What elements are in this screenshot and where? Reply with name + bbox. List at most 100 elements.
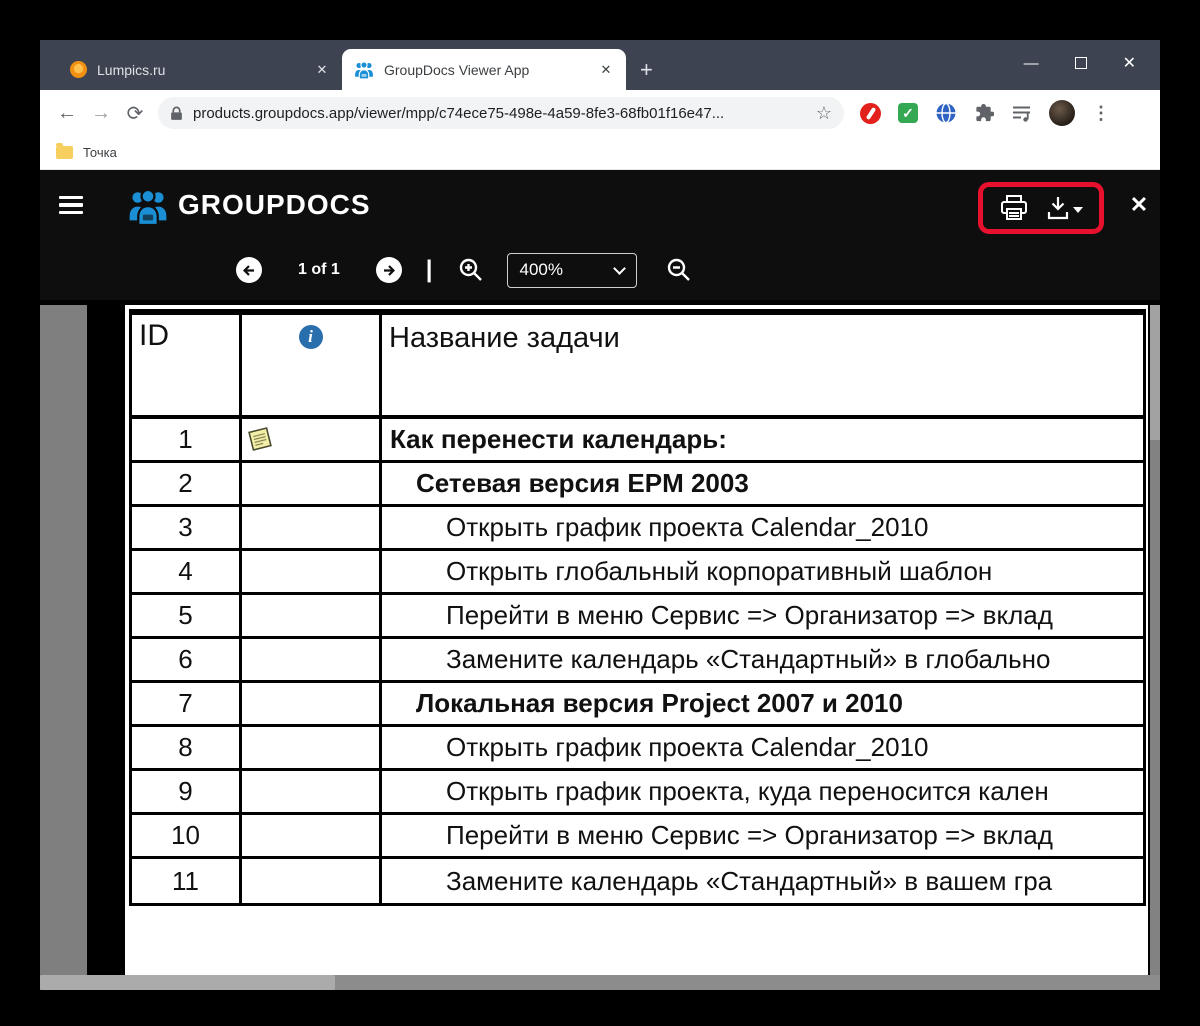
column-header-indicator: i xyxy=(242,315,382,415)
table-row: 8 Открыть график проекта Calendar_2010 xyxy=(132,727,1143,771)
groupdocs-logo: GROUPDOCS xyxy=(127,186,371,225)
zoom-in-button[interactable] xyxy=(457,256,485,284)
profile-avatar[interactable] xyxy=(1049,100,1075,126)
task-id: 1 xyxy=(132,419,242,460)
table-row: 7 Локальная версия Project 2007 и 2010 xyxy=(132,683,1143,727)
minimize-button[interactable]: — xyxy=(1024,55,1039,72)
task-id: 10 xyxy=(132,815,242,856)
next-page-button[interactable] xyxy=(375,257,402,283)
globe-extension-icon[interactable] xyxy=(935,102,957,124)
table-row: 4 Открыть глобальный корпоративный шаблон xyxy=(132,551,1143,595)
task-id: 9 xyxy=(132,771,242,812)
tab-title: Lumpics.ru xyxy=(97,61,166,78)
back-button[interactable]: ← xyxy=(50,102,84,125)
bookmark-folder-label[interactable]: Точка xyxy=(83,145,117,160)
tab-title: GroupDocs Viewer App xyxy=(384,61,530,78)
groupdocs-logo-icon xyxy=(129,188,167,225)
bookmark-folder-icon xyxy=(56,143,73,159)
download-button[interactable] xyxy=(1046,195,1083,221)
column-header-id: ID xyxy=(132,315,242,415)
print-button[interactable] xyxy=(999,194,1029,222)
task-id: 4 xyxy=(132,551,242,592)
task-indicator-cell xyxy=(242,419,382,460)
note-icon xyxy=(248,427,272,451)
zoom-out-button[interactable] xyxy=(665,256,693,284)
highlight-rectangle xyxy=(978,182,1104,234)
task-id: 8 xyxy=(132,727,242,768)
task-name: Перейти в меню Сервис => Организатор => … xyxy=(446,600,1053,630)
browser-menu-icon[interactable]: ⋮ xyxy=(1092,103,1110,124)
bookmark-star-icon[interactable]: ☆ xyxy=(816,103,832,124)
task-name: Открыть график проекта Calendar_2010 xyxy=(446,732,929,762)
reload-button[interactable]: ⟳ xyxy=(118,101,152,126)
task-indicator-cell xyxy=(242,595,382,636)
task-name: Открыть график проекта, куда переносится… xyxy=(446,776,1049,806)
download-icon xyxy=(1047,197,1068,220)
page-indicator: 1 of 1 xyxy=(298,261,340,278)
task-indicator-cell xyxy=(242,771,382,812)
checkmark-extension-icon[interactable]: ✓ xyxy=(898,103,918,123)
table-row: 1 Как перенести календарь: xyxy=(132,419,1143,463)
tab-groupdocs-viewer[interactable]: GroupDocs Viewer App ✕ xyxy=(342,49,626,90)
task-table: ID i Название задачи 1 Как перенести кал… xyxy=(129,309,1146,906)
horizontal-scrollbar-thumb[interactable] xyxy=(40,975,335,990)
lumpics-favicon-icon xyxy=(70,61,87,78)
task-name: Как перенести календарь: xyxy=(390,424,727,454)
viewer-close-button[interactable]: ✕ xyxy=(1121,170,1157,240)
adblock-icon[interactable] xyxy=(860,102,881,124)
previous-page-button[interactable] xyxy=(236,257,262,283)
table-row: 9 Открыть график проекта, куда переноситс… xyxy=(132,771,1143,815)
task-table-body: 1 Как перенести календарь: 2 Сетевая верси… xyxy=(132,419,1143,903)
vertical-scrollbar-thumb[interactable] xyxy=(1150,305,1160,440)
column-header-name: Название задачи xyxy=(389,322,620,354)
table-row: 6 Замените календарь «Стандартный» в глоб… xyxy=(132,639,1143,683)
document-page: ID i Название задачи 1 Как перенести кал… xyxy=(125,305,1148,975)
tab-lumpics[interactable]: Lumpics.ru ✕ xyxy=(58,49,342,90)
horizontal-scrollbar[interactable] xyxy=(40,975,1160,990)
table-row: 3 Открыть график проекта Calendar_2010 xyxy=(132,507,1143,551)
tab-close-icon[interactable]: ✕ xyxy=(312,60,332,80)
task-id: 7 xyxy=(132,683,242,724)
playlist-extension-icon[interactable] xyxy=(1011,104,1032,123)
task-id: 6 xyxy=(132,639,242,680)
bookmarks-bar: Точка xyxy=(40,136,1160,170)
viewer-header: GROUPDOCS ✕ xyxy=(40,170,1160,240)
viewer-toolbar: 1 of 1 | 400% xyxy=(40,240,1160,300)
task-indicator-cell xyxy=(242,859,382,903)
task-indicator-cell xyxy=(242,551,382,592)
maximize-button[interactable] xyxy=(1074,57,1087,69)
left-gray-strip xyxy=(40,305,87,975)
task-indicator-cell xyxy=(242,507,382,548)
lock-icon xyxy=(171,106,182,120)
brand-text: GROUPDOCS xyxy=(178,189,371,220)
zoom-level-value: 400% xyxy=(519,260,563,279)
vertical-scrollbar[interactable] xyxy=(1150,305,1160,975)
table-row: 10 Перейти в меню Сервис => Организатор =… xyxy=(132,815,1143,859)
task-id: 3 xyxy=(132,507,242,548)
tab-close-icon[interactable]: ✕ xyxy=(596,60,616,80)
hamburger-menu-icon[interactable] xyxy=(59,195,83,215)
task-indicator-cell xyxy=(242,683,382,724)
close-window-button[interactable]: ✕ xyxy=(1123,53,1136,73)
forward-button[interactable]: → xyxy=(84,102,118,125)
task-id: 5 xyxy=(132,595,242,636)
window-controls: — ✕ xyxy=(1024,40,1160,86)
browser-window: Lumpics.ru ✕ GroupDocs Viewer App ✕ + — … xyxy=(40,40,1160,990)
zoom-level-select[interactable]: 400% xyxy=(506,252,637,288)
task-name: Локальная версия Project 2007 и 2010 xyxy=(416,688,903,718)
url-text: products.groupdocs.app/viewer/mpp/c74ece… xyxy=(193,104,725,122)
table-row: 11 Замените календарь «Стандартный» в ваш… xyxy=(132,859,1143,903)
document-viewport: ID i Название задачи 1 Как перенести кал… xyxy=(40,300,1160,990)
browser-toolbar: ← → ⟳ products.groupdocs.app/viewer/mpp/… xyxy=(40,90,1160,136)
table-header-row: ID i Название задачи xyxy=(132,315,1143,419)
extensions-puzzle-icon[interactable] xyxy=(974,103,994,123)
task-name: Замените календарь «Стандартный» в вашем… xyxy=(446,865,1053,896)
address-bar[interactable]: products.groupdocs.app/viewer/mpp/c74ece… xyxy=(158,97,844,129)
tab-strip: Lumpics.ru ✕ GroupDocs Viewer App ✕ + — … xyxy=(40,40,1160,90)
task-name: Перейти в меню Сервис => Организатор => … xyxy=(446,820,1053,850)
task-indicator-cell xyxy=(242,463,382,504)
task-id: 11 xyxy=(132,859,242,903)
new-tab-button[interactable]: + xyxy=(640,59,653,81)
table-row: 2 Сетевая версия EPM 2003 xyxy=(132,463,1143,507)
download-caret-icon xyxy=(1072,207,1083,213)
